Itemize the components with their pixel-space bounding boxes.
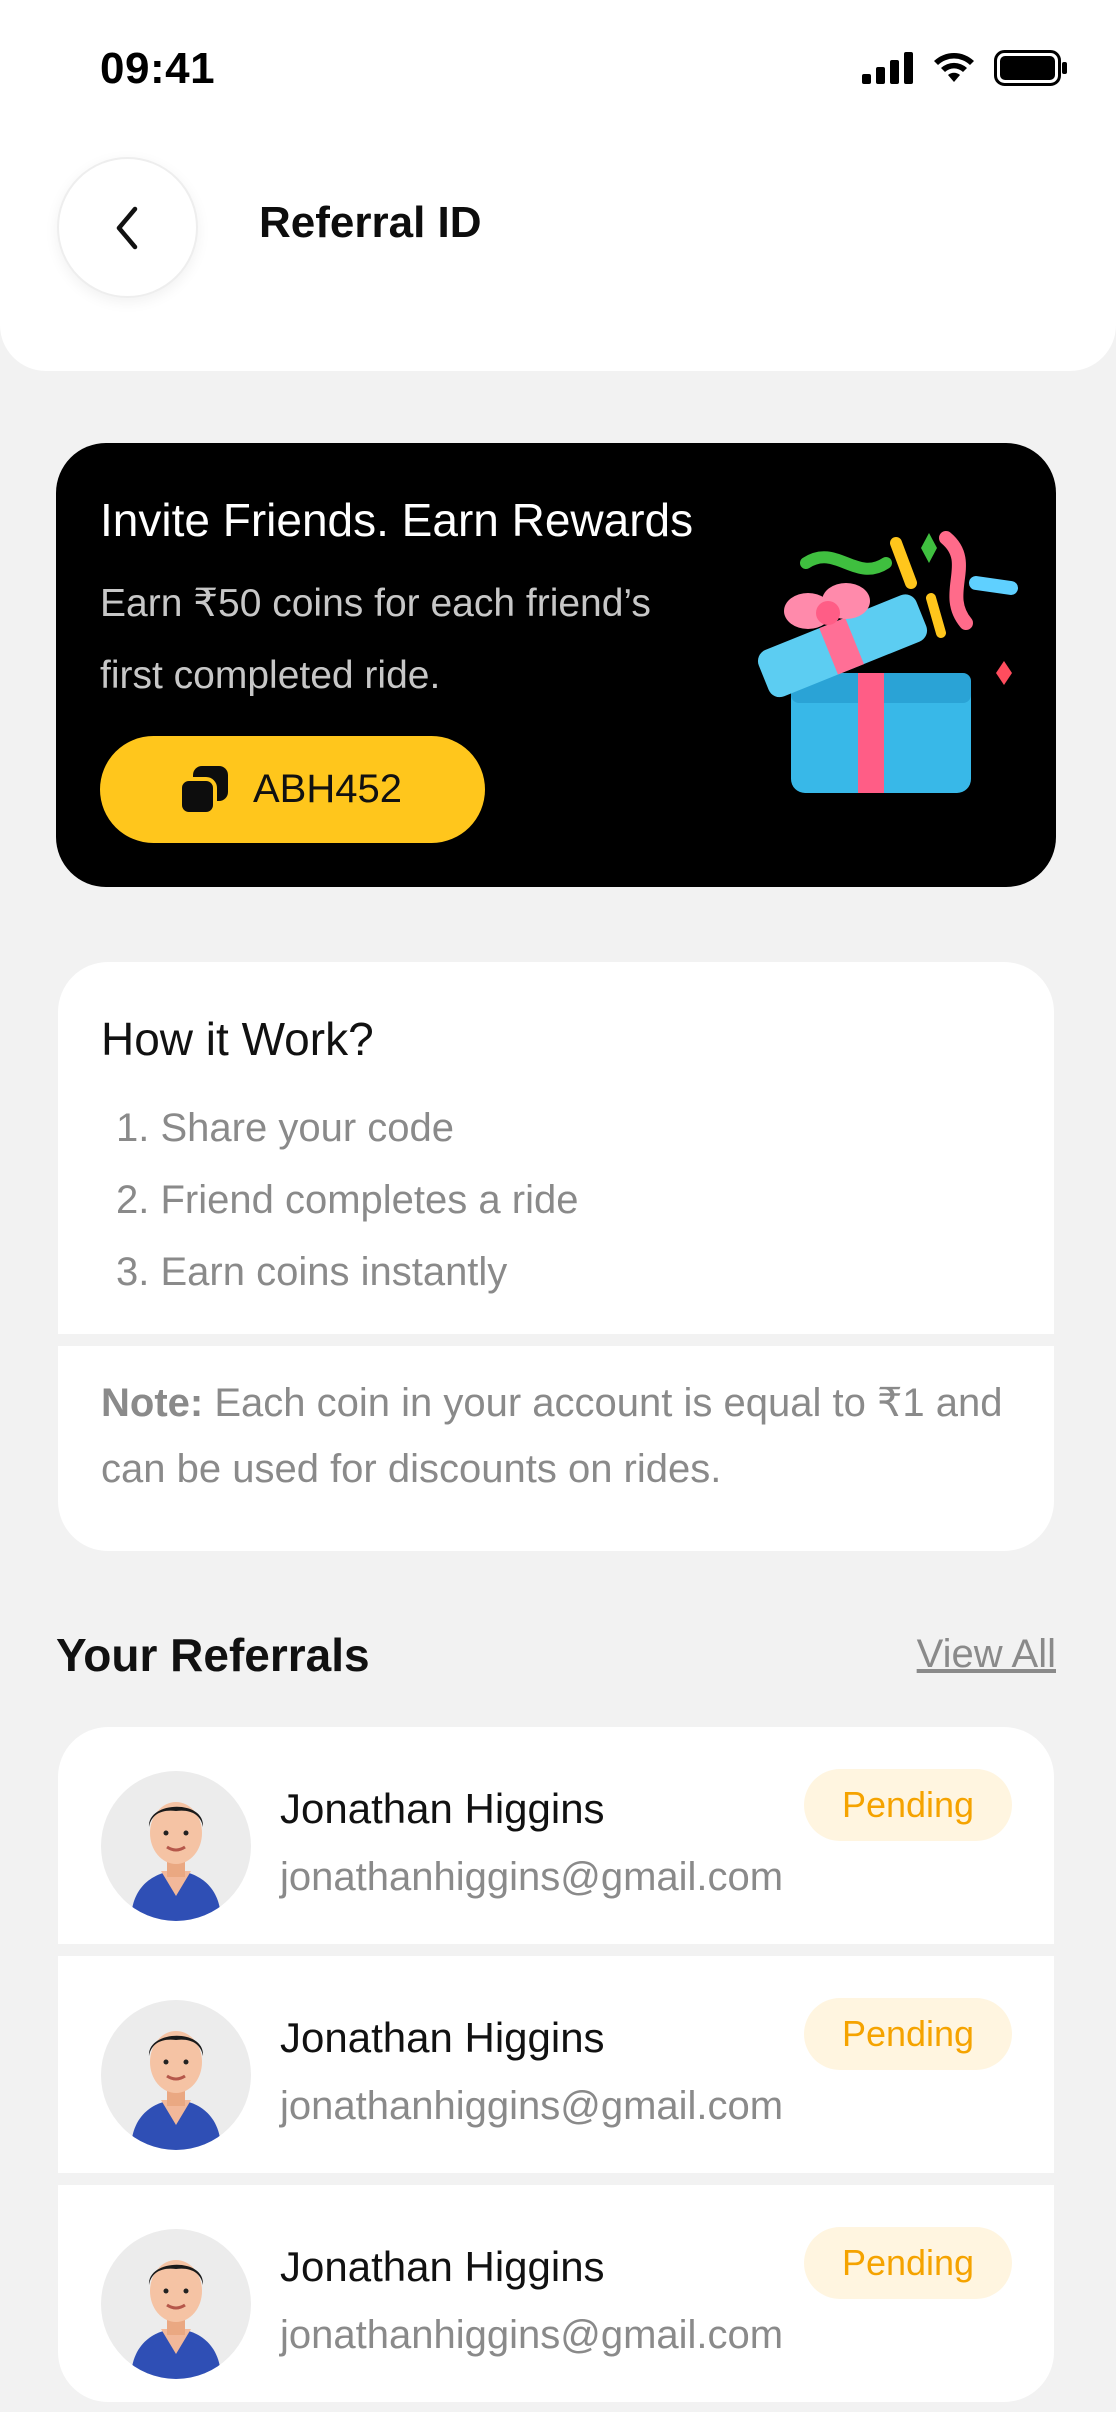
referral-row[interactable]: Jonathan Higgins jonathanhiggins@gmail.c… — [58, 1956, 1054, 2173]
gift-illustration — [757, 531, 1018, 793]
promo-description: Earn ₹50 coins for each friend’s first c… — [100, 582, 651, 697]
referrals-list: Jonathan Higgins jonathanhiggins@gmail.c… — [58, 1727, 1054, 2402]
step-item: 3. Earn coins instantly — [116, 1250, 508, 1294]
divider — [58, 1334, 1054, 1346]
referrals-title: Your Referrals — [56, 1629, 370, 1681]
how-it-works-title: How it Work? — [101, 1013, 374, 1065]
avatar — [101, 2229, 251, 2379]
referral-row[interactable]: Jonathan Higgins jonathanhiggins@gmail.c… — [58, 2185, 1054, 2402]
copy-referral-code-button[interactable]: ABH452 — [100, 736, 485, 843]
note-text: Note: Each coin in your account is equal… — [101, 1370, 1021, 1502]
note-body: Each coin in your account is equal to ₹1… — [101, 1381, 1003, 1491]
status-bar: 09:41 — [0, 0, 1116, 140]
referral-email: jonathanhiggins@gmail.com — [280, 2313, 784, 2357]
status-time: 09:41 — [100, 44, 216, 93]
referral-name: Jonathan Higgins — [280, 2243, 605, 2290]
status-icons — [862, 50, 1068, 86]
copy-icon — [178, 765, 228, 816]
status-badge: Pending — [804, 2227, 1012, 2299]
battery-icon — [994, 50, 1067, 86]
view-all-link[interactable]: View All — [917, 1632, 1056, 1677]
referral-code: ABH452 — [253, 767, 402, 811]
referral-name: Jonathan Higgins — [280, 2014, 605, 2061]
back-arrow-icon — [116, 206, 137, 249]
back-button[interactable] — [57, 157, 198, 298]
how-it-works-card: How it Work? 1. Share your code 2. Frien… — [58, 962, 1054, 1551]
step-item: 1. Share your code — [116, 1106, 454, 1150]
avatar — [101, 1771, 251, 1921]
referral-row[interactable]: Jonathan Higgins jonathanhiggins@gmail.c… — [58, 1727, 1054, 1944]
page-title: Referral ID — [259, 198, 482, 247]
promo-title: Invite Friends. Earn Rewards — [100, 494, 694, 546]
steps-list: 1. Share your code 2. Friend completes a… — [116, 1092, 578, 1308]
wifi-icon — [934, 53, 974, 82]
avatar — [101, 2000, 251, 2150]
referral-name: Jonathan Higgins — [280, 1785, 605, 1832]
step-item: 2. Friend completes a ride — [116, 1178, 579, 1222]
status-badge: Pending — [804, 1998, 1012, 2070]
invite-promo-card: Invite Friends. Earn Rewards Earn ₹50 co… — [56, 443, 1056, 887]
status-badge: Pending — [804, 1769, 1012, 1841]
note-label: Note: — [101, 1381, 204, 1425]
referral-email: jonathanhiggins@gmail.com — [280, 2084, 784, 2128]
signal-icon — [862, 52, 913, 84]
header: 09:41 Referral ID — [0, 0, 1116, 371]
referral-email: jonathanhiggins@gmail.com — [280, 1855, 784, 1899]
